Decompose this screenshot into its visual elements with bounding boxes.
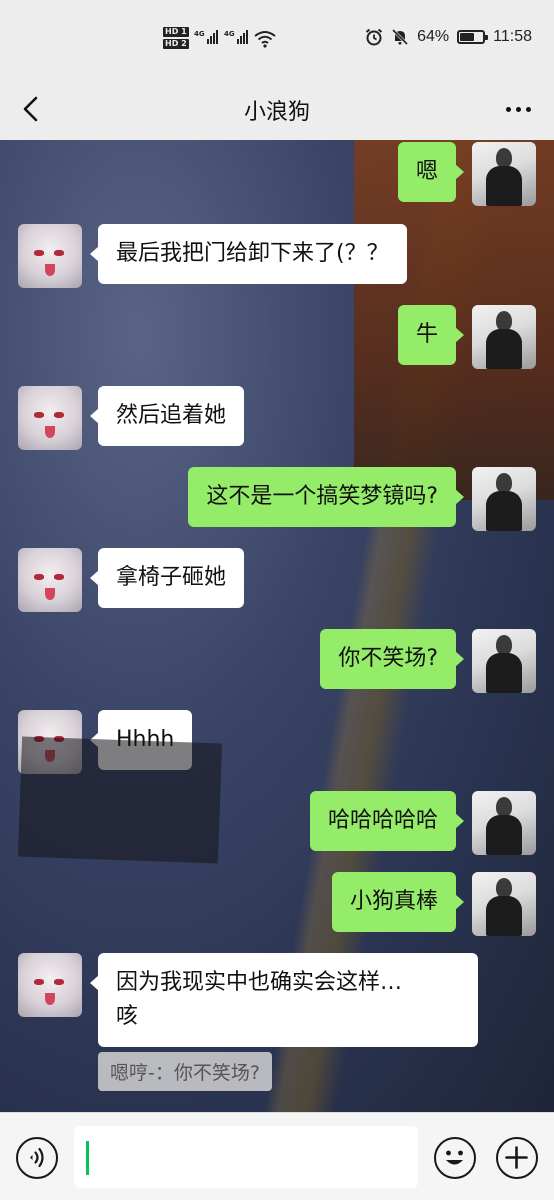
- message-input[interactable]: [74, 1126, 418, 1188]
- message-row: 然后追着她: [0, 386, 554, 450]
- message-bubble-sent[interactable]: 嗯: [397, 142, 465, 202]
- plus-button[interactable]: [496, 1137, 538, 1179]
- contact-avatar[interactable]: [18, 548, 82, 612]
- contact-avatar[interactable]: [18, 224, 82, 288]
- message-bubble-sent[interactable]: 哈哈哈哈哈: [309, 791, 465, 851]
- message-row: 嗯: [0, 142, 554, 206]
- message-row: Hhhh: [0, 710, 554, 774]
- message-bubble-sent[interactable]: 你不笑场?: [320, 629, 464, 689]
- signal-icon-2: 4G: [224, 30, 248, 44]
- emoji-button[interactable]: [434, 1137, 476, 1179]
- contact-avatar[interactable]: [18, 710, 82, 774]
- message-bubble-received[interactable]: 最后我把门给卸下来了(？？: [90, 224, 407, 284]
- chat-area[interactable]: 嗯 最后我把门给卸下来了(？？ 牛 然后追着她 这不是一个搞笑梦镜吗? 拿椅子砸…: [0, 140, 554, 1112]
- quoted-message[interactable]: 嗯哼-：你不笑场?: [98, 1052, 272, 1091]
- sim-indicator: HD 1 HD 2: [163, 27, 189, 51]
- message-row: 最后我把门给卸下来了(？？: [0, 224, 554, 288]
- chat-header: 小浪狗: [0, 80, 554, 140]
- wifi-icon: [254, 31, 276, 48]
- battery-percent: 64%: [417, 28, 450, 45]
- my-avatar[interactable]: [472, 305, 536, 369]
- message-bubble-received[interactable]: 然后追着她: [89, 386, 245, 446]
- status-bar: HD 1 HD 2 4G 4G 64% 11:58: [0, 0, 554, 80]
- sim1-label: HD 1: [163, 27, 189, 37]
- contact-avatar[interactable]: [18, 386, 82, 450]
- message-bubble-received[interactable]: 拿椅子砸她: [89, 548, 245, 608]
- my-avatar[interactable]: [472, 467, 536, 531]
- message-bubble-received[interactable]: Hhhh: [89, 710, 193, 770]
- message-row: 牛: [0, 305, 554, 369]
- contact-avatar[interactable]: [18, 953, 82, 1017]
- message-bubble-received[interactable]: 因为我现实中也确实会这样… 咳: [90, 953, 478, 1047]
- battery-icon: [457, 30, 489, 44]
- input-bar: [0, 1112, 554, 1200]
- text-cursor: [86, 1141, 89, 1175]
- message-row: 因为我现实中也确实会这样… 咳: [0, 953, 554, 1047]
- voice-button[interactable]: [16, 1137, 58, 1179]
- message-bubble-sent[interactable]: 这不是一个搞笑梦镜吗?: [188, 467, 464, 527]
- message-row: 这不是一个搞笑梦镜吗?: [0, 467, 554, 531]
- my-avatar[interactable]: [472, 791, 536, 855]
- message-row: 拿椅子砸她: [0, 548, 554, 612]
- plus-icon: [505, 1146, 528, 1169]
- status-time: 11:58: [493, 28, 532, 45]
- emoji-icon: [446, 1150, 463, 1165]
- signal-icon: 4G: [194, 30, 218, 44]
- message-bubble-sent[interactable]: 牛: [397, 305, 465, 365]
- my-avatar[interactable]: [472, 629, 536, 693]
- message-row: 小狗真棒: [0, 872, 554, 936]
- message-bubble-sent[interactable]: 小狗真棒: [331, 872, 465, 932]
- mute-bell-icon: [392, 28, 409, 46]
- more-dots-icon[interactable]: [500, 92, 536, 126]
- my-avatar[interactable]: [472, 142, 536, 206]
- sim2-label: HD 2: [163, 39, 189, 49]
- battery-fill: [460, 33, 475, 41]
- alarm-icon: [365, 28, 383, 46]
- my-avatar[interactable]: [472, 872, 536, 936]
- voice-icon: [30, 1147, 44, 1168]
- network-type-1: 4G: [194, 30, 205, 38]
- network-type-2: 4G: [224, 30, 235, 38]
- message-row: 你不笑场?: [0, 629, 554, 693]
- message-row: 哈哈哈哈哈: [0, 791, 554, 855]
- chat-title: 小浪狗: [243, 100, 310, 125]
